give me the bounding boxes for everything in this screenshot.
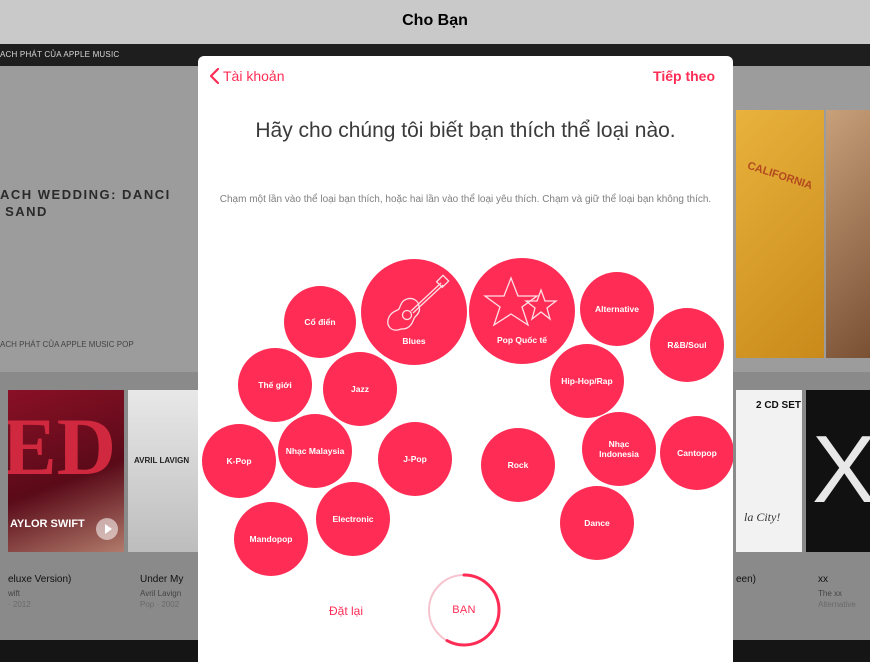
modal-heading: Hãy cho chúng tôi biết bạn thích thể loạ… [255,119,676,142]
genre-label: Dance [584,518,610,528]
genre-bubble-jazz[interactable]: Jazz [323,352,397,426]
genre-bubble-rock[interactable]: Rock [481,428,555,502]
back-button[interactable]: Tài khoản [210,68,284,84]
page-title: Cho Bạn [402,12,468,29]
album-art-brown[interactable] [826,110,870,358]
genre-bubble-alternative[interactable]: Alternative [580,272,654,346]
album-cd-title[interactable]: een) [736,574,756,585]
genre-label: K-Pop [226,456,252,466]
genre-label: Nhạc Indonesia [599,439,639,459]
play-icon[interactable] [96,518,118,540]
nav-bar: Cho Bạn [0,0,870,44]
genre-label: Blues [402,336,426,346]
genre-bubble-rnb-soul[interactable]: R&B/Soul [650,308,724,382]
album-xx-genre: Alternative [818,600,856,609]
genre-bubble-hiphop-rap[interactable]: Hip-Hop/Rap [550,344,624,418]
album-avril-title[interactable]: Under My [140,574,183,585]
stars-icon [483,276,558,327]
genre-label: J-Pop [403,454,427,464]
album-red-artist-art: AYLOR SWIFT [10,518,85,530]
genre-bubble-cantopop[interactable]: Cantopop [660,416,733,490]
album-xx-art-text: X [812,416,870,523]
genre-bubble-nhac-malaysia[interactable]: Nhạc Malaysia [278,414,352,488]
reset-button[interactable]: Đặt lại [329,604,363,618]
genre-label: Mandopop [249,534,293,544]
album-avril-art-text: AVRIL LAVIGN [134,456,190,465]
album-xx-title[interactable]: xx [818,574,828,585]
album-cd-label: 2 CD SET [756,400,802,411]
genre-bubble-co-dien[interactable]: Cổ điển [284,286,356,358]
album-red-title[interactable]: eluxe Version) [8,574,71,585]
genre-label: Nhạc Malaysia [285,446,345,456]
genre-bubble-kpop[interactable]: K-Pop [202,424,276,498]
chevron-left-icon [210,68,219,84]
genre-label: Electronic [332,514,374,524]
album-xx-artist: The xx [818,589,843,598]
genre-label: Cổ điển [304,317,336,327]
genre-label: R&B/Soul [667,340,707,350]
album-art-avril[interactable]: AVRIL LAVIGN [128,390,198,552]
guitar-icon [387,274,450,331]
modal-instructions: Chạm một lần vào thể loại bạn thích, hoặ… [219,194,712,205]
album-avril-artist: Avril Lavign [140,589,182,598]
done-button-label: BẠN [452,604,476,616]
album-art-2cd[interactable]: 2 CD SET la City! [736,390,802,552]
genre-bubble-pop-quoc-te[interactable]: Pop Quốc tế [469,258,575,364]
genre-label: Cantopop [677,448,717,458]
section-label-apple-music-pop: ACH PHÁT CỦA APPLE MUSIC POP [0,340,134,349]
album-art-yellow[interactable]: CALIFORNIA [736,110,824,358]
genre-picker-modal: Tài khoản Tiếp theo Hãy cho chúng tôi bi… [198,56,733,662]
playlist-title[interactable]: ACH WEDDING: DANCI SAND [0,186,171,220]
genre-bubble-jpop[interactable]: J-Pop [378,422,452,496]
album-red-artist: wift [8,589,20,598]
back-button-label: Tài khoản [223,68,285,84]
album-avril-genre: Pop · 2002 [140,600,180,609]
genre-label: Hip-Hop/Rap [561,376,613,386]
album-yellow-art-text: CALIFORNIA [745,159,815,193]
album-cd-script: la City! [744,510,781,524]
genre-label: Rock [507,460,529,470]
album-red-year: · 2012 [8,600,31,609]
genre-label: Jazz [351,384,369,394]
section-label-apple-music: ACH PHÁT CỦA APPLE MUSIC [0,50,120,59]
album-art-xx[interactable]: X [806,390,870,552]
genre-bubble-mandopop[interactable]: Mandopop [234,502,308,576]
genre-bubble-the-gioi[interactable]: Thế giới [238,348,312,422]
genre-bubble-blues[interactable]: Blues [361,259,467,365]
genre-bubble-nhac-indonesia[interactable]: Nhạc Indonesia [582,412,656,486]
next-button[interactable]: Tiếp theo [653,68,715,84]
album-red-art-text: ED [8,401,116,492]
genre-label: Pop Quốc tế [496,335,548,345]
genre-bubble-electronic[interactable]: Electronic [316,482,390,556]
album-art-red[interactable]: ED AYLOR SWIFT [8,390,124,552]
genre-bubble-dance[interactable]: Dance [560,486,634,560]
genre-label: Alternative [595,304,639,314]
genre-label: Thế giới [258,380,292,390]
